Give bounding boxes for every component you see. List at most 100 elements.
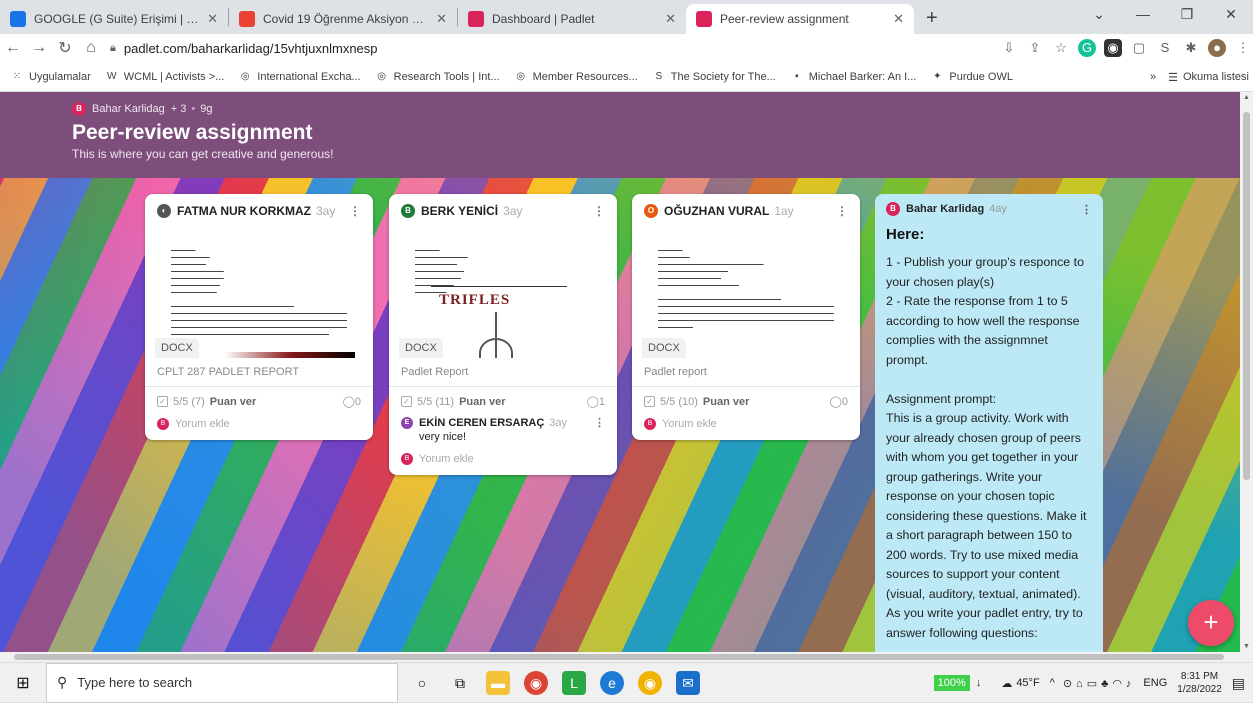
bookmark-item[interactable]: ✦ Purdue OWL	[930, 70, 1013, 84]
tray-icons[interactable]: ⊙⌂▭♣◠♪	[1063, 677, 1136, 690]
weather-icon[interactable]: ☁	[1001, 677, 1012, 690]
post-card[interactable]: ◐ FATMA NUR KORKMAZ 3ay ⋮ DOCX CPLT 287 …	[145, 194, 373, 440]
docx-preview[interactable]: TRIFLES DOCX	[399, 230, 607, 358]
comment-icon[interactable]: ◯	[830, 395, 842, 408]
header-author[interactable]: Bahar Karlidag	[92, 103, 165, 115]
comment-icon[interactable]: ◯	[343, 395, 355, 408]
install-icon[interactable]: ⇩	[1000, 39, 1018, 57]
post-age: 1ay	[774, 204, 794, 218]
extension-s-icon[interactable]: S	[1156, 39, 1174, 57]
add-comment-row[interactable]: B Yorum ekle	[145, 414, 373, 440]
language-indicator[interactable]: ENG	[1143, 677, 1167, 689]
profile-avatar[interactable]: ●	[1208, 39, 1226, 57]
instructions-note[interactable]: B Bahar Karlidag 4ay ⋮ Here: 1 - Publish…	[875, 194, 1103, 652]
comment-icon[interactable]: ◯	[587, 395, 599, 408]
rate-button[interactable]: Puan ver	[459, 396, 505, 408]
post-menu-icon[interactable]: ⋮	[349, 204, 361, 218]
cortana-icon[interactable]: ○	[410, 671, 434, 695]
task-view-icon[interactable]: ⧉	[448, 671, 472, 695]
weather-temp[interactable]: 45°F	[1016, 677, 1039, 689]
new-tab-button[interactable]: +	[914, 4, 950, 34]
bookmark-item[interactable]: ⁙ Uygulamalar	[10, 70, 91, 84]
scroll-up-icon[interactable]: ▲	[1243, 94, 1250, 101]
bookmark-item[interactable]: ◎ Research Tools | Int...	[375, 70, 499, 84]
back-icon[interactable]: ←	[0, 39, 26, 57]
share-icon[interactable]: ⇪	[1026, 39, 1044, 57]
doc-image-strip	[225, 352, 355, 358]
chrome-icon[interactable]: ◉	[524, 670, 548, 695]
close-window-icon[interactable]: ✕	[1209, 0, 1253, 30]
forward-icon[interactable]: →	[26, 39, 52, 57]
reading-list-icon[interactable]: ☰	[1168, 71, 1178, 84]
bookmark-item[interactable]: ◎ International Excha...	[238, 70, 361, 84]
bookmark-item[interactable]: W WCML | Activists >...	[105, 70, 224, 84]
post-author: OĞUZHAN VURAL	[664, 204, 770, 218]
restore-icon[interactable]: ❐	[1165, 0, 1209, 30]
padlet-header: B Bahar Karlidag + 3 • 9g Peer-review as…	[0, 92, 1240, 178]
post-menu-icon[interactable]: ⋮	[593, 204, 605, 218]
tab-search-icon[interactable]: ⌄	[1077, 0, 1121, 30]
add-comment-button[interactable]: Yorum ekle	[419, 453, 474, 465]
post-card[interactable]: O OĞUZHAN VURAL 1ay ⋮ DOCX Padlet report…	[632, 194, 860, 440]
home-icon[interactable]: ⌂	[78, 39, 104, 57]
add-comment-row[interactable]: B Yorum ekle	[632, 414, 860, 440]
add-comment-button[interactable]: Yorum ekle	[662, 418, 717, 430]
header-contributors[interactable]: + 3	[171, 103, 187, 115]
chrome-active-icon[interactable]: ◉	[638, 670, 662, 695]
tray-chevron-icon[interactable]: ^	[1050, 677, 1055, 689]
tab-close-icon[interactable]: ✕	[207, 11, 218, 27]
mail-icon[interactable]: ✉	[676, 670, 700, 695]
edge-icon[interactable]: e	[600, 670, 624, 695]
bookmark-label: Michael Barker: An I...	[808, 70, 917, 83]
browser-tab[interactable]: Peer-review assignment ✕	[686, 4, 914, 34]
browser-tab[interactable]: Dashboard | Padlet ✕	[458, 4, 686, 34]
extensions-puzzle-icon[interactable]: ✱	[1182, 39, 1200, 57]
bookmark-star-icon[interactable]: ☆	[1052, 39, 1070, 57]
rate-button[interactable]: Puan ver	[703, 396, 749, 408]
h-scrollbar-thumb[interactable]	[14, 654, 1224, 660]
comment-menu-icon[interactable]: ⋮	[594, 416, 605, 429]
file-explorer-icon[interactable]: ▬	[486, 670, 510, 695]
vertical-scrollbar[interactable]: ▲ ▼	[1240, 92, 1253, 652]
extension-box-icon[interactable]: ▢	[1130, 39, 1148, 57]
bookmarks-more-button[interactable]: »	[1150, 71, 1156, 83]
docx-preview[interactable]: DOCX	[155, 230, 363, 358]
menu-icon[interactable]: ⋮	[1234, 39, 1252, 57]
doc-thumbnail-lines	[658, 248, 834, 332]
add-comment-row[interactable]: B Yorum ekle	[389, 445, 617, 475]
reading-list-button[interactable]: Okuma listesi	[1183, 71, 1249, 83]
author-avatar[interactable]: B	[72, 102, 86, 116]
add-post-button[interactable]: +	[1188, 600, 1234, 646]
bookmark-item[interactable]: ▪ Michael Barker: An I...	[790, 70, 917, 84]
post-menu-icon[interactable]: ⋮	[836, 204, 848, 218]
app-l-icon[interactable]: L	[562, 670, 586, 695]
tab-close-icon[interactable]: ✕	[665, 11, 676, 27]
horizontal-scrollbar[interactable]	[0, 652, 1253, 662]
minimize-icon[interactable]: —	[1121, 0, 1165, 30]
padlet-board: B Bahar Karlidag + 3 • 9g Peer-review as…	[0, 92, 1240, 652]
docx-preview[interactable]: DOCX	[642, 230, 850, 358]
grammarly-icon[interactable]: G	[1078, 39, 1096, 57]
scroll-down-icon[interactable]: ▼	[1243, 643, 1250, 650]
post-card[interactable]: B BERK YENİCİ 3ay ⋮ TRIFLES DOCX Padlet …	[389, 194, 617, 475]
tab-close-icon[interactable]: ✕	[436, 11, 447, 27]
bookmark-item[interactable]: S The Society for The...	[652, 70, 775, 84]
windows-start-icon[interactable]: ⊞	[0, 673, 46, 693]
browser-tab[interactable]: Covid 19 Öğrenme Aksiyon Rapo ✕	[229, 4, 457, 34]
clock[interactable]: 8:31 PM 1/28/2022	[1177, 670, 1222, 696]
reload-icon[interactable]: ↻	[52, 38, 78, 58]
post-header: O OĞUZHAN VURAL 1ay ⋮	[632, 194, 860, 224]
notifications-icon[interactable]: ▤	[1232, 675, 1245, 692]
rate-button[interactable]: Puan ver	[210, 396, 256, 408]
scrollbar-thumb[interactable]	[1243, 112, 1250, 480]
bookmark-item[interactable]: ◎ Member Resources...	[514, 70, 638, 84]
search-placeholder: Type here to search	[77, 675, 193, 690]
tab-close-icon[interactable]: ✕	[893, 11, 904, 27]
address-bar[interactable]: 🔒︎ padlet.com/baharkarlidag/15vhtjuxnlmx…	[110, 36, 990, 60]
zoom-indicator[interactable]: 100%	[933, 675, 970, 691]
taskbar-search[interactable]: ⚲ Type here to search	[46, 662, 398, 703]
add-comment-button[interactable]: Yorum ekle	[175, 418, 230, 430]
note-menu-icon[interactable]: ⋮	[1081, 203, 1092, 216]
browser-tab[interactable]: GOOGLE (G Suite) Erişimi | Bilgi İş ✕	[0, 4, 228, 34]
extension-icon[interactable]: ◉	[1104, 39, 1122, 57]
